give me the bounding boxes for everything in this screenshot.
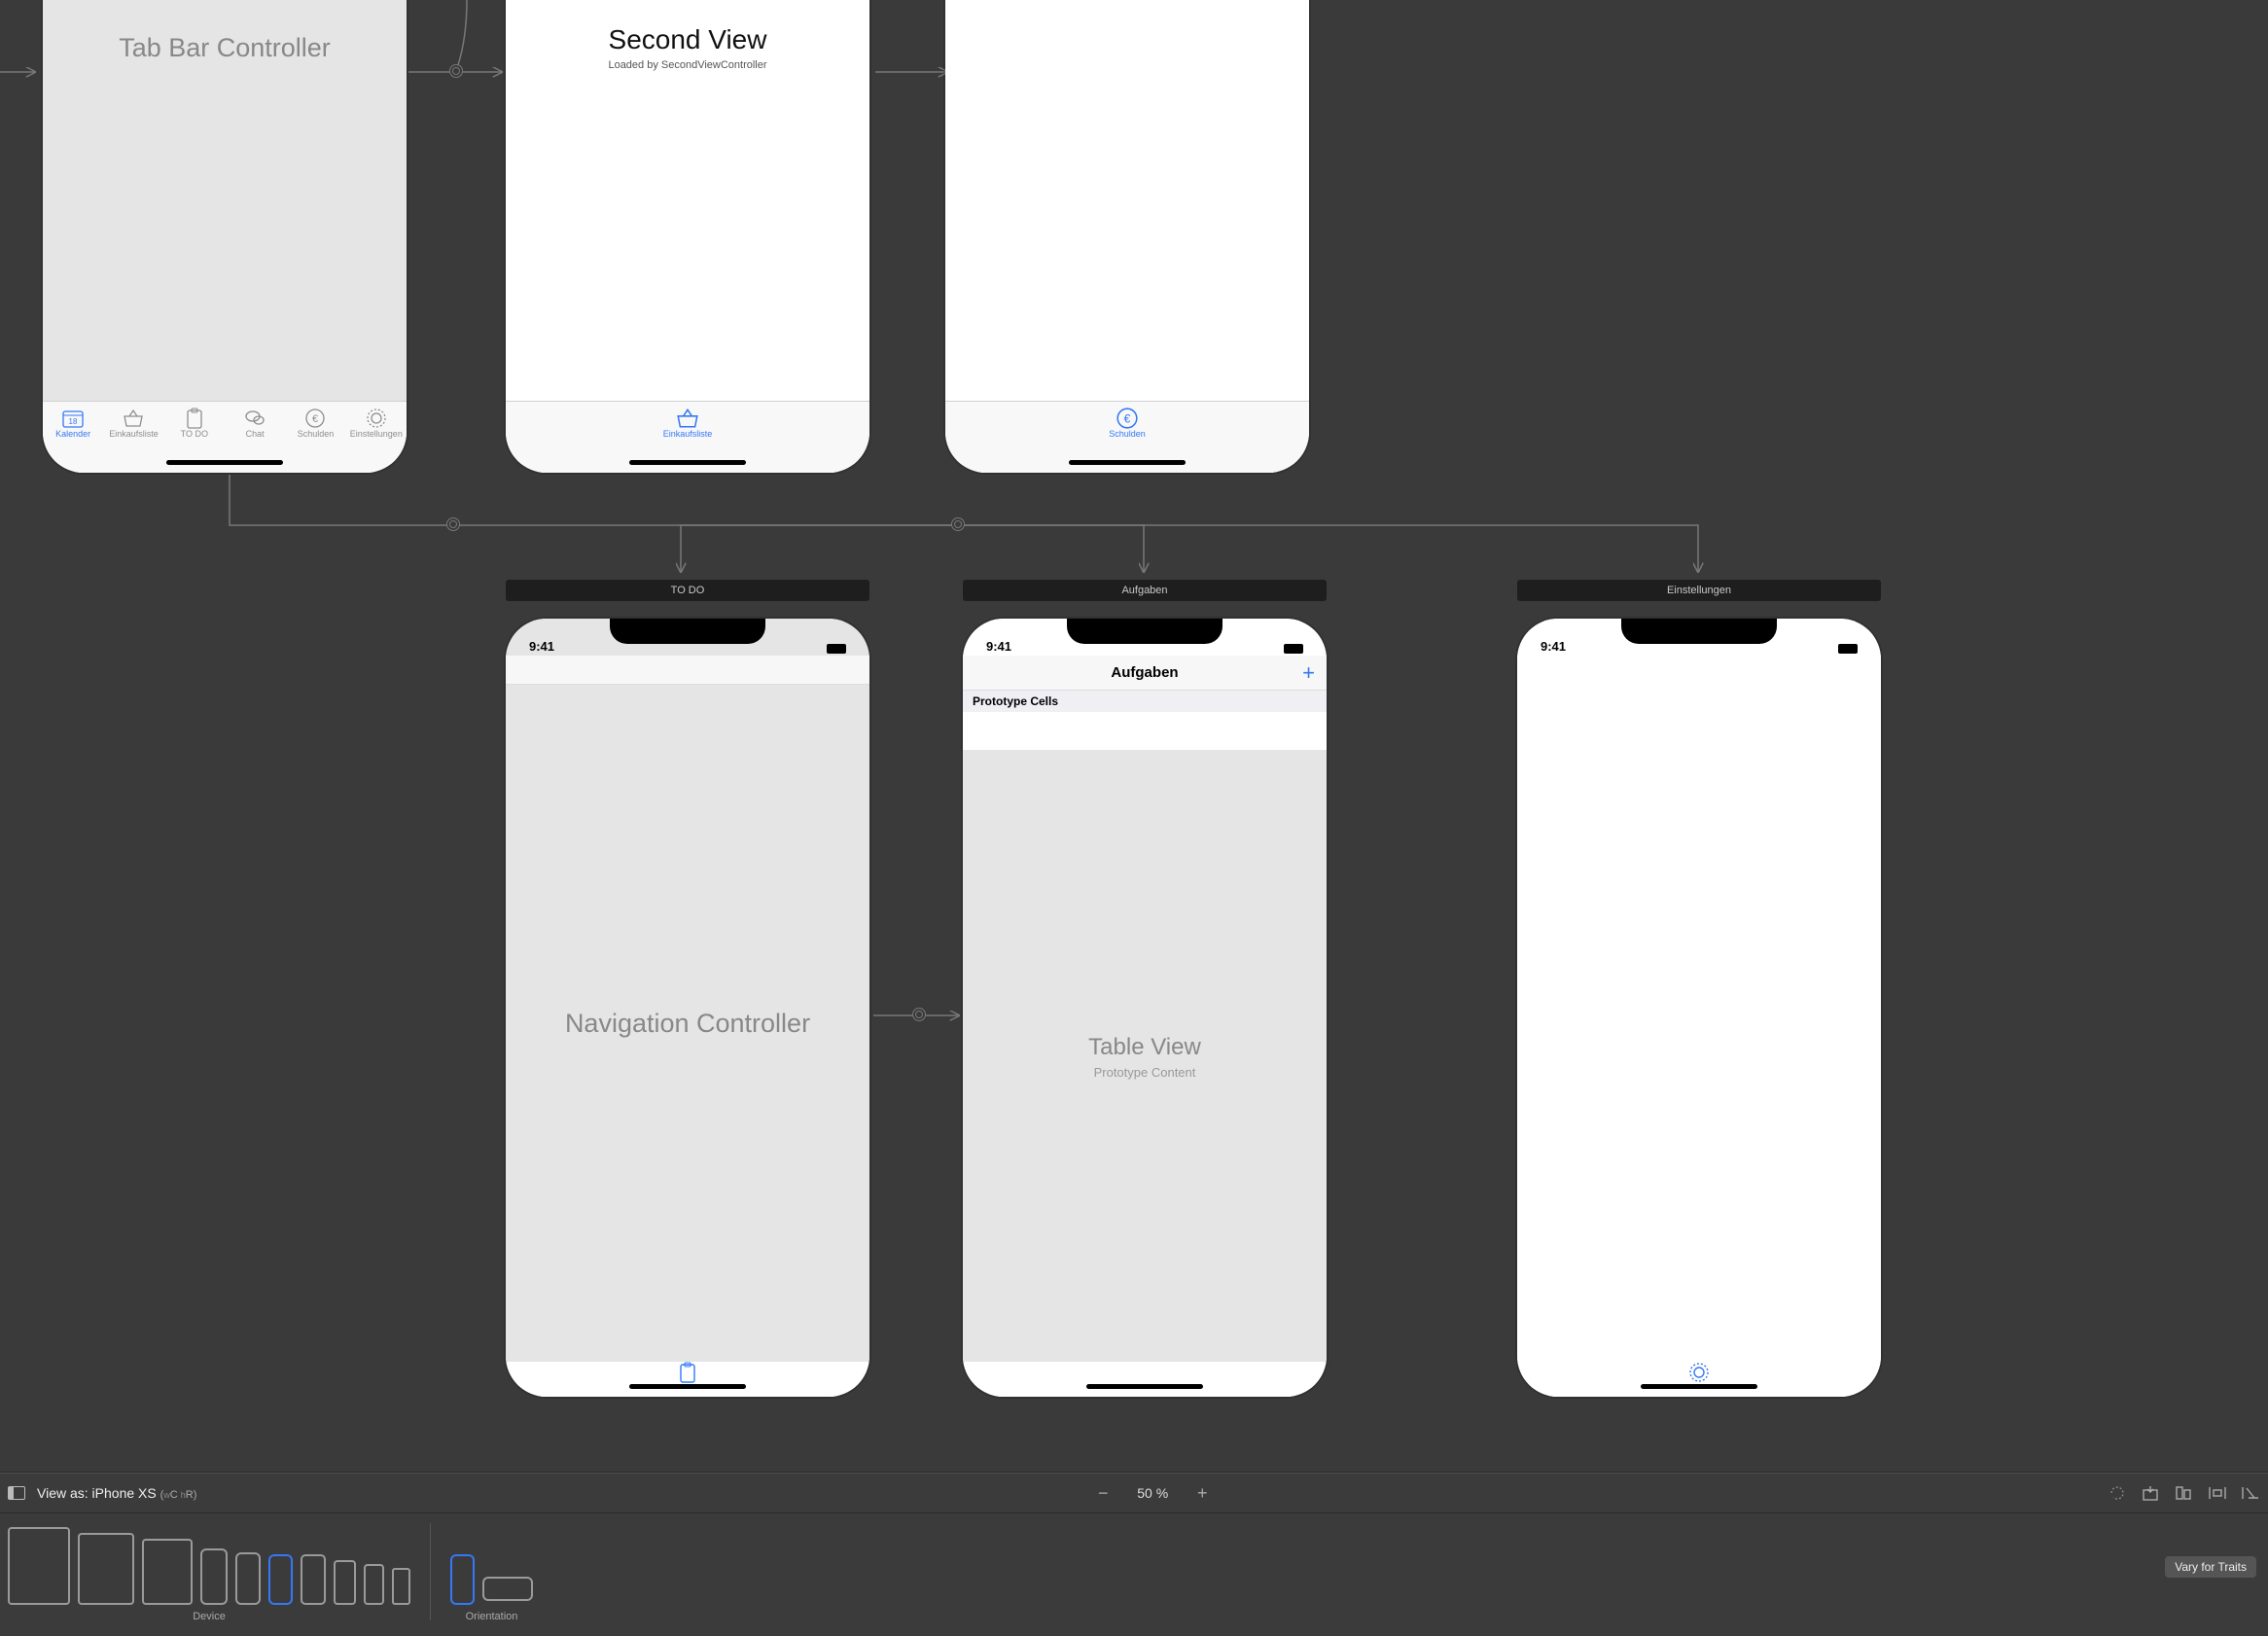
second-view-title: Second View (609, 24, 767, 55)
device-iphone-4s[interactable] (392, 1568, 410, 1605)
pin-constraints-icon[interactable] (2208, 1484, 2227, 1502)
table-view-label: Table View (1088, 1034, 1201, 1061)
scene-title-einstellungen[interactable]: Einstellungen (1517, 580, 1881, 601)
add-button[interactable]: + (1302, 660, 1315, 686)
chat-icon (242, 408, 267, 429)
home-indicator (1086, 1384, 1203, 1389)
scene-schulden[interactable]: € Schulden (945, 0, 1309, 473)
scene-aufgaben[interactable]: 9:41 Aufgaben + Prototype Cells Table Vi… (963, 619, 1327, 1397)
svg-text:18: 18 (69, 417, 78, 426)
scene-tabbar-controller[interactable]: Tab Bar Controller 18 Kalender Einkaufsl… (43, 0, 407, 473)
prototype-cells-header: Prototype Cells (963, 691, 1327, 712)
basket-icon (121, 408, 146, 429)
nav-controller-title: Navigation Controller (565, 1009, 810, 1039)
scene-einstellungen[interactable]: 9:41 (1517, 619, 1881, 1397)
resolve-issues-icon[interactable] (2241, 1484, 2260, 1502)
battery-icon (1838, 644, 1858, 654)
device-iphone-8[interactable] (334, 1560, 356, 1605)
tab-bar-mini (506, 1362, 869, 1397)
scene-nav-controller[interactable]: 9:41 Navigation Controller (506, 619, 869, 1397)
tab-einkaufsliste[interactable]: Einkaufsliste (654, 408, 723, 439)
second-view-subtitle: Loaded by SecondViewController (608, 59, 766, 71)
euro-icon: € (1115, 408, 1140, 429)
orientation-picker: Orientation (450, 1523, 533, 1622)
vary-for-traits-button[interactable]: Vary for Traits (2165, 1556, 2256, 1578)
phone-notch (1621, 619, 1777, 644)
orientation-portrait[interactable] (450, 1554, 475, 1605)
svg-text:€: € (1124, 411, 1131, 425)
device-iphone-max[interactable] (200, 1548, 228, 1605)
segue-indicator[interactable] (446, 517, 460, 531)
device-iphone-xr[interactable] (235, 1552, 261, 1605)
device-ipad-medium[interactable] (78, 1533, 134, 1605)
tab-chat[interactable]: Chat (225, 408, 285, 439)
segue-indicator[interactable] (449, 64, 463, 78)
home-indicator (1641, 1384, 1757, 1389)
table-view-sublabel: Prototype Content (1094, 1065, 1196, 1080)
embed-in-icon[interactable] (2142, 1484, 2161, 1502)
zoom-value[interactable]: 50 % (1129, 1485, 1176, 1501)
panel-toggle-button[interactable] (8, 1486, 25, 1500)
storyboard-canvas[interactable]: Tab Bar Controller 18 Kalender Einkaufsl… (0, 0, 2268, 1441)
device-picker: Device (8, 1523, 410, 1622)
phone-notch (610, 619, 765, 644)
tab-schulden[interactable]: € Schulden (1099, 408, 1155, 439)
battery-icon (1284, 644, 1303, 654)
home-indicator (629, 460, 746, 465)
segue-indicator[interactable] (951, 517, 965, 531)
clipboard-icon (182, 408, 207, 429)
controller-title: Tab Bar Controller (119, 33, 331, 63)
device-group-label: Device (193, 1611, 226, 1622)
table-view-body[interactable]: Table View Prototype Content (963, 751, 1327, 1362)
scene-title-aufgaben[interactable]: Aufgaben (963, 580, 1327, 601)
refresh-icon[interactable] (2109, 1484, 2128, 1502)
battery-icon (827, 644, 846, 654)
device-iphone-plus[interactable] (301, 1554, 326, 1605)
tab-kalender[interactable]: 18 Kalender (43, 408, 103, 439)
scene-title-todo[interactable]: TO DO (506, 580, 869, 601)
zoom-in-button[interactable]: + (1193, 1484, 1211, 1502)
gear-icon (364, 408, 389, 429)
tab-einstellungen[interactable]: Einstellungen (346, 408, 407, 439)
nav-title: Aufgaben (1111, 664, 1178, 681)
segue-indicator[interactable] (912, 1008, 926, 1021)
tab-bar-mini (963, 1362, 1327, 1397)
home-indicator (629, 1384, 746, 1389)
device-iphone-xs[interactable] (268, 1554, 293, 1605)
tab-todo[interactable]: TO DO (164, 408, 225, 439)
device-ipad-small[interactable] (142, 1539, 193, 1605)
phone-notch (1067, 619, 1223, 644)
orientation-landscape[interactable] (482, 1577, 533, 1601)
nav-bar-blank (506, 656, 869, 685)
status-time: 9:41 (529, 639, 554, 654)
svg-text:€: € (312, 413, 318, 425)
orientation-group-label: Orientation (466, 1611, 518, 1622)
tab-schulden[interactable]: € Schulden (285, 408, 345, 439)
tab-bar-mini (1517, 1362, 1881, 1397)
scene-second-view[interactable]: Second View Loaded by SecondViewControll… (506, 0, 869, 473)
align-icon[interactable] (2175, 1484, 2194, 1502)
view-as-label[interactable]: View as: iPhone XS (wC hR) (37, 1485, 196, 1501)
nav-bar: Aufgaben + (963, 656, 1327, 691)
status-time: 9:41 (986, 639, 1011, 654)
home-indicator (1069, 460, 1186, 465)
basket-icon (675, 408, 700, 429)
zoom-out-button[interactable]: − (1094, 1484, 1112, 1502)
prototype-cell[interactable] (963, 712, 1327, 751)
euro-icon: € (302, 408, 328, 429)
device-ipad-large[interactable] (8, 1527, 70, 1605)
tab-einkaufsliste[interactable]: Einkaufsliste (103, 408, 163, 439)
divider (430, 1523, 431, 1620)
device-iphone-se[interactable] (364, 1564, 384, 1605)
calendar-icon: 18 (60, 408, 86, 429)
ib-device-toolbar: View as: iPhone XS (wC hR) − 50 % + (0, 1472, 2268, 1636)
status-time: 9:41 (1541, 639, 1566, 654)
home-indicator (166, 460, 283, 465)
